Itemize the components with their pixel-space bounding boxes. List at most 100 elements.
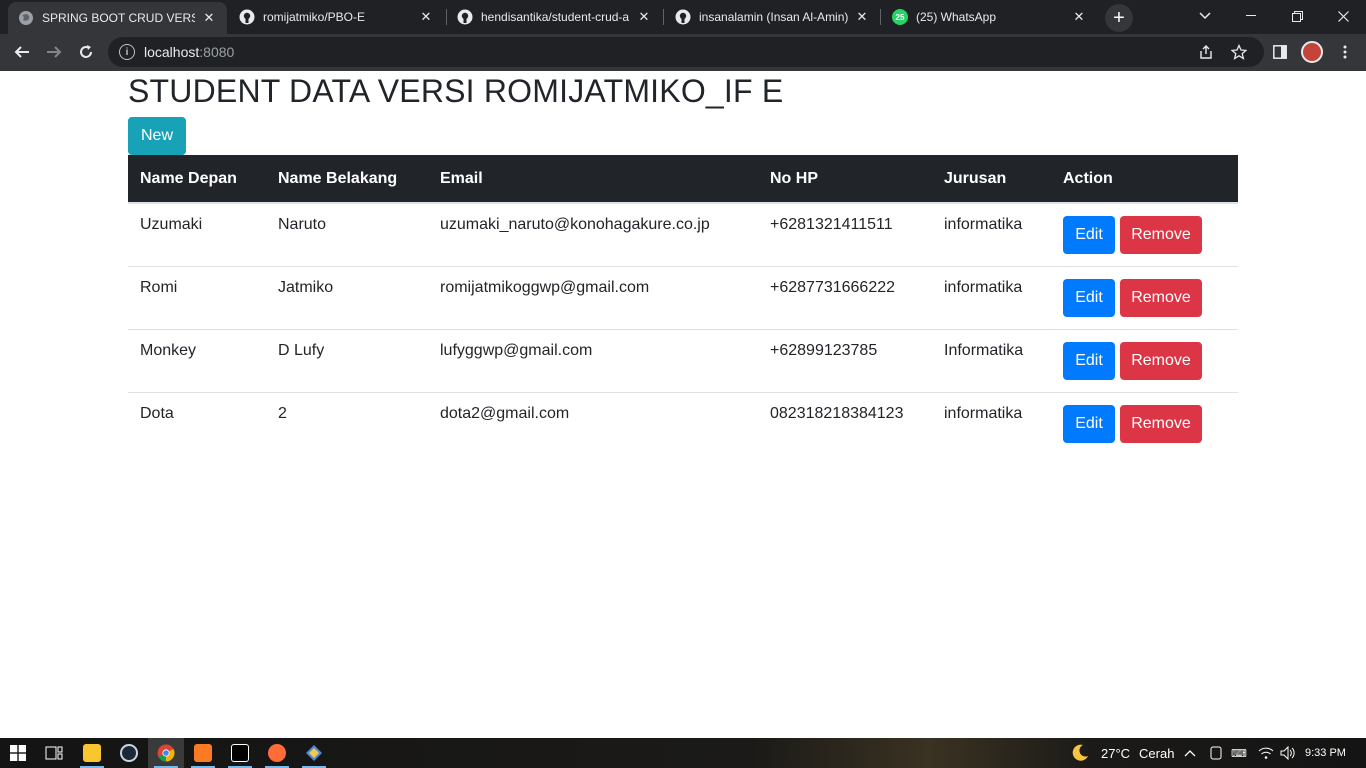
weather-description: Cerah: [1139, 745, 1175, 761]
weather-temperature: 27°C: [1101, 745, 1131, 761]
tab-github-pbo-e[interactable]: romijatmiko/PBO-E ✕: [229, 0, 444, 34]
cell-email: uzumaki_naruto@konohagakure.co.jp: [440, 216, 710, 233]
column-header-major: Jurusan: [932, 155, 1051, 204]
taskbar-clock[interactable]: 9:33 PM: [1305, 738, 1346, 768]
cell-phone: 082318218384123: [758, 391, 932, 455]
tab-separator: [880, 9, 881, 25]
column-header-last-name: Name Belakang: [266, 155, 428, 204]
reload-button[interactable]: [72, 38, 100, 66]
tab-whatsapp[interactable]: 25 (25) WhatsApp ✕: [882, 0, 1097, 34]
input-method-icon[interactable]: ⌨: [1231, 738, 1247, 768]
remove-button[interactable]: Remove: [1120, 278, 1202, 317]
intellij-icon: [231, 744, 249, 762]
browser-tab-strip: SPRING BOOT CRUD VERSI R ✕ romijatmiko/P…: [0, 0, 1366, 34]
start-button[interactable]: [0, 738, 36, 768]
forward-arrow-icon: [47, 46, 62, 58]
minimize-button[interactable]: [1228, 0, 1274, 32]
folder-icon: [83, 744, 101, 762]
cell-phone: +6287731666222: [758, 265, 932, 329]
close-icon[interactable]: ✕: [418, 9, 434, 25]
more-menu-icon[interactable]: [1335, 42, 1355, 62]
whatsapp-badge: 25: [895, 12, 905, 22]
globe-icon: [18, 10, 34, 26]
cell-email: romijatmikoggwp@gmail.com: [428, 265, 758, 329]
cell-last-name: 2: [266, 391, 428, 455]
profile-avatar[interactable]: [1301, 41, 1323, 63]
moon-icon: [1072, 744, 1088, 761]
column-header-action: Action: [1051, 155, 1238, 204]
edit-button[interactable]: Edit: [1063, 216, 1115, 254]
cell-last-name: D Lufy: [266, 328, 428, 392]
cell-first-name: Monkey: [128, 328, 266, 392]
page-title: STUDENT DATA VERSI ROMIJATMIKO_IF E: [128, 73, 784, 109]
github-icon: [239, 9, 255, 25]
remove-button[interactable]: Remove: [1120, 341, 1202, 380]
cell-first-name: Romi: [128, 265, 266, 329]
cell-phone: +62899123785: [758, 328, 932, 392]
table-row: Dota 2 dota2@gmail.com 082318218384123 i…: [128, 391, 1238, 455]
tab-github-insanalamin[interactable]: insanalamin (Insan Al-Amin) ✕: [665, 0, 880, 34]
remove-button[interactable]: Remove: [1120, 404, 1202, 443]
chrome-taskbar-button[interactable]: [148, 738, 184, 768]
page-content: STUDENT DATA VERSI ROMIJATMIKO_IF E New …: [0, 71, 1366, 738]
volume-icon[interactable]: [1280, 738, 1296, 768]
close-icon[interactable]: ✕: [854, 9, 870, 25]
file-explorer-taskbar-button[interactable]: [74, 738, 110, 768]
close-window-button[interactable]: [1320, 0, 1366, 32]
address-bar[interactable]: i localhost:8080: [108, 37, 1264, 67]
table-row: Romi Jatmiko romijatmikoggwp@gmail.com +…: [128, 265, 1238, 329]
students-table: Name Depan Name Belakang Email No HP Jur…: [128, 155, 1238, 455]
xampp-taskbar-button[interactable]: [185, 738, 221, 768]
wifi-icon[interactable]: [1258, 738, 1274, 768]
cell-email: dota2@gmail.com: [428, 391, 758, 455]
postman-taskbar-button[interactable]: [259, 738, 295, 768]
table-header-row: Name Depan Name Belakang Email No HP Jur…: [128, 155, 1238, 204]
table-row: Uzumaki Naruto uzumaki_naruto@konohagaku…: [128, 203, 1238, 266]
edit-button[interactable]: Edit: [1063, 404, 1115, 443]
url-text: localhost:8080: [144, 44, 235, 60]
tab-github-student-crud[interactable]: hendisantika/student-crud-a ✕: [447, 0, 662, 34]
tray-overflow-chevron-icon[interactable]: [1184, 738, 1196, 768]
cell-first-name: Dota: [128, 391, 266, 455]
tab-spring-boot-crud[interactable]: SPRING BOOT CRUD VERSI R ✕: [8, 2, 227, 34]
bookmark-star-icon[interactable]: [1231, 44, 1247, 60]
new-tab-button[interactable]: +: [1105, 4, 1133, 32]
task-view-icon: [45, 746, 63, 760]
steam-taskbar-button[interactable]: [111, 738, 147, 768]
remove-button[interactable]: Remove: [1120, 216, 1202, 254]
close-icon[interactable]: ✕: [201, 10, 217, 26]
clock-time: 9:33 PM: [1305, 747, 1346, 759]
column-header-first-name: Name Depan: [128, 155, 266, 204]
weather-widget[interactable]: 27°C Cerah: [1070, 738, 1174, 768]
column-header-phone: No HP: [758, 155, 932, 204]
share-icon[interactable]: [1198, 44, 1214, 60]
git-tool-taskbar-button[interactable]: [296, 738, 332, 768]
forward-button[interactable]: [40, 38, 68, 66]
close-icon[interactable]: ✕: [1071, 9, 1087, 25]
diamond-app-icon: [306, 745, 322, 761]
side-panel-icon[interactable]: [1270, 42, 1290, 62]
windows-logo-icon: [10, 745, 26, 761]
whatsapp-icon: 25: [892, 9, 908, 25]
back-button[interactable]: [8, 38, 36, 66]
cell-phone: +6281321411511: [770, 216, 893, 233]
github-icon: [457, 9, 473, 25]
intellij-taskbar-button[interactable]: [222, 738, 258, 768]
edit-button[interactable]: Edit: [1063, 278, 1115, 317]
tray-device-icon[interactable]: [1209, 738, 1223, 768]
chrome-icon: [157, 744, 175, 762]
new-student-button[interactable]: New: [128, 117, 186, 155]
edit-button[interactable]: Edit: [1063, 341, 1115, 380]
cell-actions: Edit Remove: [1051, 265, 1238, 329]
tab-search-chevron-icon[interactable]: [1182, 0, 1228, 32]
tab-title: hendisantika/student-crud-a: [481, 10, 630, 24]
github-icon: [675, 9, 691, 25]
browser-toolbar: i localhost:8080: [0, 34, 1366, 71]
cell-actions: Edit Remove: [1051, 328, 1238, 392]
info-icon[interactable]: i: [119, 44, 135, 60]
tab-title: (25) WhatsApp: [916, 10, 997, 24]
cell-major: Informatika: [932, 328, 1051, 392]
restore-button[interactable]: [1274, 0, 1320, 32]
task-view-button[interactable]: [36, 738, 72, 768]
close-icon[interactable]: ✕: [636, 9, 652, 25]
